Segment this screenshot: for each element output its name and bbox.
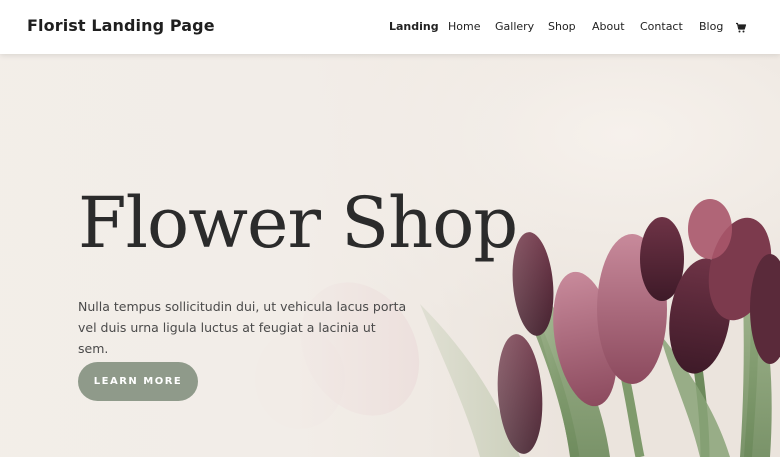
learn-more-button[interactable]: LEARN MORE [78, 362, 198, 401]
site-title[interactable]: Florist Landing Page [27, 16, 215, 35]
site-header: Florist Landing Page Landing Home Galler… [0, 0, 780, 54]
nav-item-blog[interactable]: Blog [699, 20, 723, 33]
nav-item-gallery[interactable]: Gallery [495, 20, 534, 33]
cart-icon[interactable] [735, 22, 747, 34]
nav-item-shop[interactable]: Shop [548, 20, 576, 33]
hero-title: Flower Shop [78, 182, 518, 264]
hero-section: Flower Shop Nulla tempus sollicitudin du… [0, 54, 780, 457]
nav-item-home[interactable]: Home [448, 20, 480, 33]
hero-description: Nulla tempus sollicitudin dui, ut vehicu… [78, 299, 407, 356]
nav-item-landing[interactable]: Landing [389, 20, 439, 33]
nav-item-about[interactable]: About [592, 20, 625, 33]
nav-item-contact[interactable]: Contact [640, 20, 683, 33]
